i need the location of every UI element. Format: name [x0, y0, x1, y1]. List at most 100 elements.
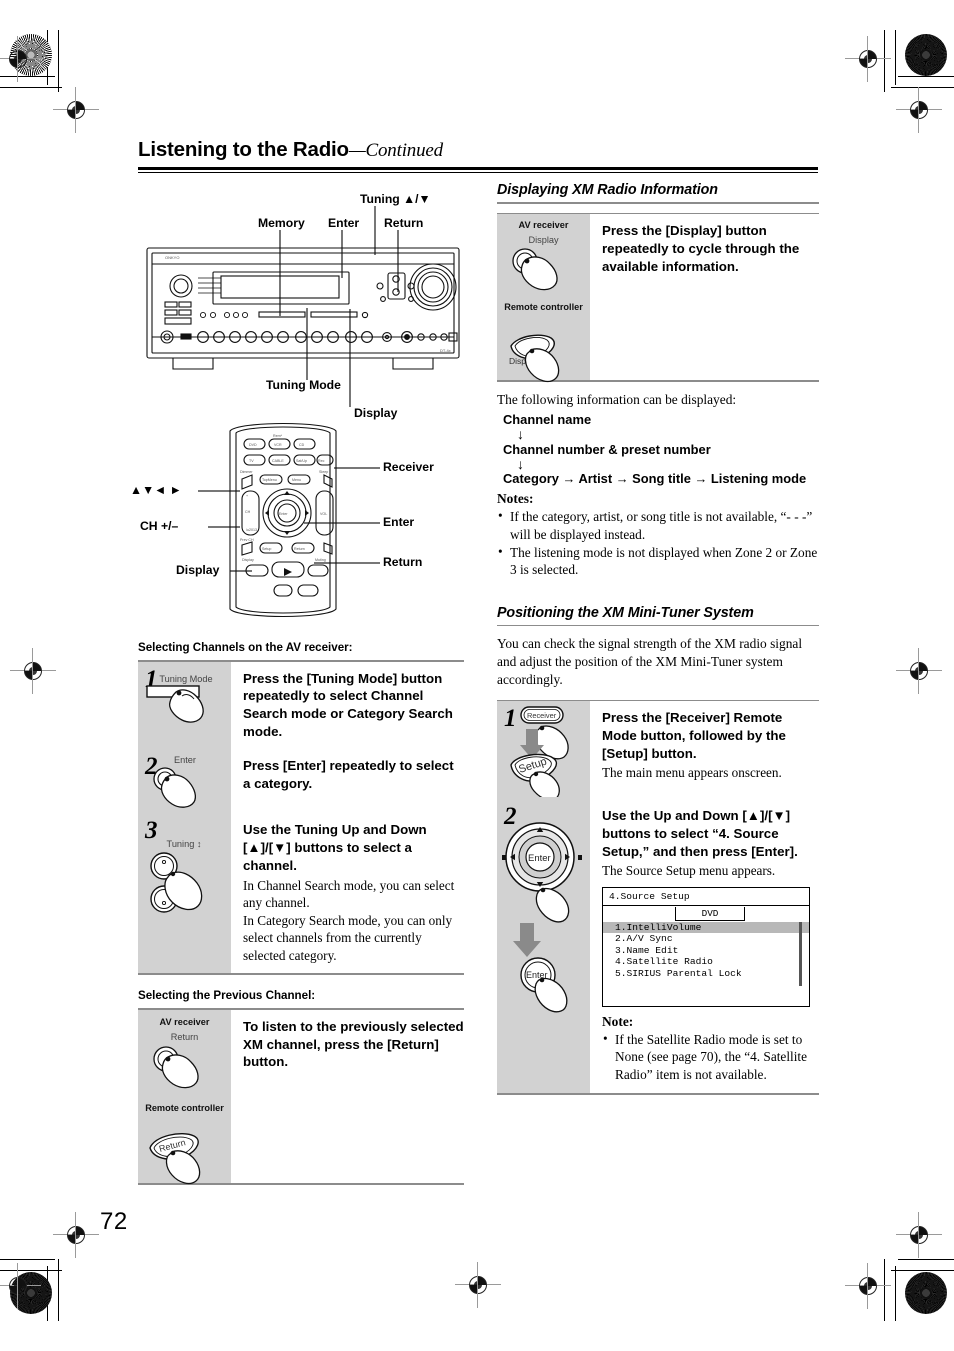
box-instruction: To listen to the previously selected XM … — [243, 1018, 464, 1070]
crop-line — [58, 30, 60, 92]
svg-text:Enter: Enter — [279, 512, 288, 516]
return-button-remote-icon: Return — [149, 1132, 201, 1184]
osd-source-setup-screen: 4.Source Setup DVD 1.IntelliVolume 2.A/V… — [602, 886, 810, 1007]
step-instruction: Press the [Tuning Mode] button repeatedl… — [243, 670, 453, 739]
svg-text:Receiver: Receiver — [527, 711, 557, 720]
svg-text:TopMenu: TopMenu — [262, 478, 277, 482]
registration-mark — [0, 36, 41, 82]
box-text: To listen to the previously selected XM … — [231, 1009, 464, 1183]
remote-controller-diagram: ▲▼◄ ► CH +/– Display Receiver Enter Retu… — [130, 417, 464, 627]
display-button-av-icon — [512, 248, 558, 291]
step-detail: The Source Setup menu appears. — [602, 863, 776, 879]
art-label-return-button: Return — [170, 1031, 199, 1042]
flow-item: Category → Artist → Song title → Listeni… — [503, 471, 807, 487]
step-text: Press the [Receiver] Remote Mode button,… — [590, 701, 819, 800]
osd-menu-item[interactable]: 4.Satellite Radio — [603, 956, 809, 967]
positioning-intro-text: You can check the signal strength of the… — [497, 636, 803, 687]
step-illustration: 3 Tuning ↕ — [138, 813, 231, 932]
page-number: 72 — [100, 1208, 128, 1235]
crop-line — [47, 1266, 49, 1321]
svg-text:TV: TV — [249, 459, 254, 463]
crop-line — [895, 30, 897, 85]
art-label-av-receiver: AV receiver — [159, 1016, 210, 1027]
tuning-mode-button-icon — [146, 685, 204, 723]
step-illustration: 2 Enter — [138, 749, 231, 814]
art-label-remote-controller: Remote controller — [145, 1102, 224, 1113]
step-text: Press the [Tuning Mode] button repeatedl… — [231, 661, 464, 750]
callout-ch-plus-minus: CH +/– — [140, 519, 179, 533]
section-heading-displaying-xm: Displaying XM Radio Information — [497, 182, 718, 198]
crop-line — [58, 1259, 60, 1321]
star-target-mark — [10, 1272, 52, 1314]
step-box: 3 Tuning ↕ Use the Tuning Up and Down [▲… — [138, 813, 464, 974]
registration-mark — [845, 1263, 891, 1309]
box-illustration: AV receiver Return Remote controller Ret… — [138, 1009, 231, 1184]
osd-tab-row: DVD — [603, 906, 809, 921]
svg-text:Dimmer: Dimmer — [240, 470, 253, 474]
osd-menu-item[interactable]: 3.Name Edit — [603, 945, 809, 956]
registration-mark — [53, 87, 99, 133]
note-item: If the Satellite Radio mode is set to No… — [602, 1030, 819, 1083]
osd-title: 4.Source Setup — [603, 888, 809, 906]
registration-mark — [10, 648, 56, 694]
svg-text:CH: CH — [245, 510, 251, 514]
step-illustration: 2 Enter — [497, 799, 590, 1064]
crop-line — [891, 87, 954, 89]
osd-body: DVD 1.IntelliVolume 2.A/V Sync 3.Name Ed… — [603, 906, 809, 1006]
art-label: Tuning ↕ — [166, 839, 202, 850]
step-text: Use the Tuning Up and Down [▲]/[▼] butto… — [231, 813, 464, 974]
step-instruction: Press [Enter] repeatedly to select a cat… — [243, 758, 454, 792]
art-label-display-button: Display — [528, 235, 559, 246]
svg-text:Rem*: Rem* — [273, 434, 283, 438]
flow-arrow-icon: ↓ — [517, 455, 524, 472]
callout-arrow-keys: ▲▼◄ ► — [130, 483, 182, 497]
art-label-remote-controller: Remote controller — [504, 302, 583, 313]
note-heading: Note: — [602, 1013, 634, 1029]
callout-remote-enter: Enter — [383, 515, 415, 529]
step-instruction: Use the Up and Down [▲]/[▼] buttons to s… — [602, 808, 798, 859]
callout-enter: Enter — [328, 216, 360, 230]
notes-heading: Notes: — [497, 491, 534, 507]
svg-text:Enter: Enter — [528, 853, 551, 864]
page-title: Listening to the Radio—Continued — [138, 138, 818, 162]
section-heading-previous-channel: Selecting the Previous Channel: — [138, 989, 316, 1003]
left-column: Tuning ▲/▼ Memory Enter Return Tuning Mo… — [130, 192, 464, 1185]
flow-item: Channel number & preset number — [503, 441, 711, 457]
crop-line — [891, 1270, 954, 1272]
display-intro-text: The following information can be display… — [497, 392, 737, 408]
osd-menu-list: 1.IntelliVolume 2.A/V Sync 3.Name Edit 4… — [603, 921, 809, 979]
previous-channel-box: AV receiver Return Remote controller Ret… — [138, 1009, 464, 1184]
callout-memory: Memory — [258, 216, 305, 230]
registration-mark — [896, 1212, 942, 1258]
return-button-av-icon — [153, 1046, 199, 1089]
page-title-continued: —Continued — [348, 140, 443, 161]
osd-menu-item[interactable]: 2.A/V Sync — [603, 933, 809, 944]
enter-button-icon — [153, 767, 196, 809]
enter-nav-buttons-icon: Enter Enter — [502, 822, 582, 1013]
art-label: Enter — [174, 755, 196, 766]
crop-line — [898, 76, 954, 78]
registration-mark — [896, 648, 942, 694]
av-receiver-illustration: ONKYO DT-4x — [146, 247, 460, 370]
svg-text:CD: CD — [299, 443, 305, 447]
star-target-mark — [905, 34, 947, 76]
osd-scrollbar[interactable] — [799, 921, 802, 986]
step-instruction: Use the Tuning Up and Down [▲]/[▼] butto… — [243, 822, 427, 873]
flow-arrow-icon: ↓ — [517, 425, 524, 442]
crop-line — [47, 30, 49, 85]
notes-list: If the Satellite Radio mode is set to No… — [602, 1030, 819, 1083]
note-item: If the category, artist, or song title i… — [497, 507, 819, 543]
registration-mark — [896, 87, 942, 133]
svg-text:DVD: DVD — [249, 443, 257, 447]
osd-menu-item[interactable]: 5.SIRIUS Parental Lock — [603, 968, 809, 979]
crop-line — [898, 1259, 954, 1261]
remote-illustration: Rem* DVD VCR CD TV CABLE Sat/Up Rec Dimmer S… — [229, 423, 337, 617]
av-receiver-diagram: Tuning ▲/▼ Memory Enter Return Tuning Mo… — [138, 192, 464, 420]
crop-line — [0, 1270, 62, 1272]
right-column: Displaying XM Radio Information AV recei… — [497, 182, 819, 1095]
osd-menu-item[interactable]: 1.IntelliVolume — [603, 921, 809, 934]
art-label: Tuning Mode — [159, 673, 213, 684]
crop-line — [884, 30, 886, 92]
box-text: Press the [Display] button repeatedly to… — [590, 214, 819, 381]
osd-tab-dvd[interactable]: DVD — [675, 906, 745, 921]
